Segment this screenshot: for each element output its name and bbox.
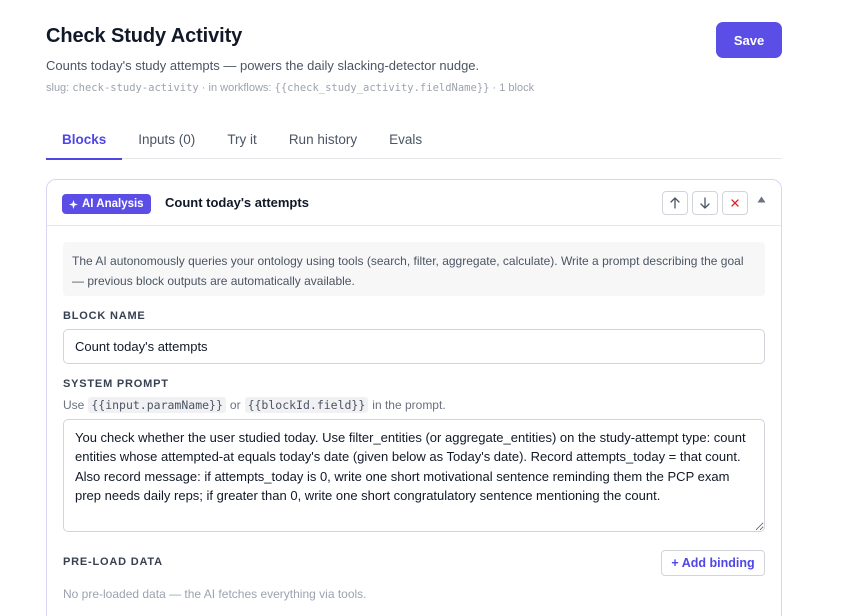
preload-empty-note: No pre-loaded data — the AI fetches ever… (63, 587, 367, 601)
move-up-button[interactable] (662, 191, 688, 215)
system-prompt-label: SYSTEM PROMPT (63, 378, 169, 390)
hint-chip-input: {{input.paramName}} (88, 397, 226, 413)
page-subtitle: Counts today's study attempts — powers t… (46, 58, 480, 73)
preload-data-label: PRE-LOAD DATA (63, 556, 163, 568)
slug-prefix: slug: (46, 82, 73, 94)
tab-try-it[interactable]: Try it (211, 120, 273, 159)
tab-evals[interactable]: Evals (373, 120, 438, 159)
block-name-input[interactable] (63, 329, 765, 364)
workflows-ref: {{check_study_activity.fieldName}} (274, 82, 490, 94)
add-binding-button[interactable]: + Add binding (661, 550, 765, 576)
info-banner: The AI autonomously queries your ontolog… (63, 242, 765, 296)
save-button[interactable]: Save (716, 22, 782, 58)
delete-block-button[interactable] (722, 191, 748, 215)
hint-use: Use (63, 398, 85, 412)
block-count: · 1 block (489, 82, 535, 94)
block-type-label: AI Analysis (82, 198, 144, 210)
hint-chip-block: {{blockId.field}} (244, 397, 369, 413)
hint-end: in the prompt. (372, 398, 446, 412)
sparkle-icon (69, 199, 78, 209)
block-card: AI Analysis Count today's attempts The A… (46, 179, 782, 616)
page-title: Check Study Activity (46, 25, 243, 47)
collapse-button[interactable] (757, 195, 766, 206)
close-icon (731, 199, 739, 207)
system-prompt-hint: Use {{input.paramName}} or {{blockId.fie… (63, 397, 446, 413)
tab-inputs[interactable]: Inputs (0) (122, 120, 211, 159)
workflows-prefix: · in workflows: (198, 82, 275, 94)
move-down-button[interactable] (692, 191, 718, 215)
block-title: Count today's attempts (165, 195, 309, 210)
tab-bar: Blocks Inputs (0) Try it Run history Eva… (46, 120, 782, 160)
page-meta: slug: check-study-activity · in workflow… (46, 82, 534, 94)
tab-run-history[interactable]: Run history (273, 120, 373, 159)
arrow-up-icon (670, 197, 680, 209)
hint-or: or (229, 398, 241, 412)
caret-up-icon (757, 196, 766, 203)
tab-blocks[interactable]: Blocks (46, 120, 123, 160)
slug-value: check-study-activity (72, 82, 199, 94)
block-name-label: BLOCK NAME (63, 310, 146, 322)
system-prompt-textarea[interactable]: You check whether the user studied today… (63, 419, 765, 532)
arrow-down-icon (700, 197, 710, 209)
block-type-badge: AI Analysis (62, 194, 151, 214)
block-card-header: AI Analysis Count today's attempts (47, 180, 781, 226)
